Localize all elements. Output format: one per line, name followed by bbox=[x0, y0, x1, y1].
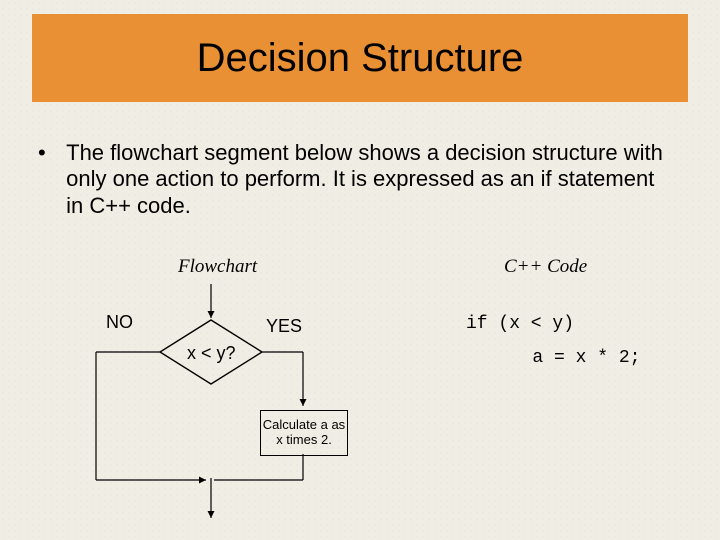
body-bullet: • The flowchart segment below shows a de… bbox=[38, 140, 678, 219]
slide-title-bar: Decision Structure bbox=[32, 14, 688, 102]
action-text: Calculate a as x times 2. bbox=[261, 418, 347, 448]
no-label: NO bbox=[106, 312, 133, 333]
bullet-dot: • bbox=[38, 140, 60, 166]
decision-condition: x < y? bbox=[187, 343, 236, 364]
yes-label: YES bbox=[266, 316, 302, 337]
bullet-text: The flowchart segment below shows a deci… bbox=[66, 140, 666, 219]
code-column-label: C++ Code bbox=[504, 256, 587, 278]
slide-title: Decision Structure bbox=[197, 36, 524, 81]
code-line-1: if (x < y) bbox=[466, 314, 574, 334]
action-box: Calculate a as x times 2. bbox=[260, 410, 348, 456]
flowchart-column-label: Flowchart bbox=[178, 256, 257, 278]
code-line-2: a = x * 2; bbox=[500, 348, 640, 368]
